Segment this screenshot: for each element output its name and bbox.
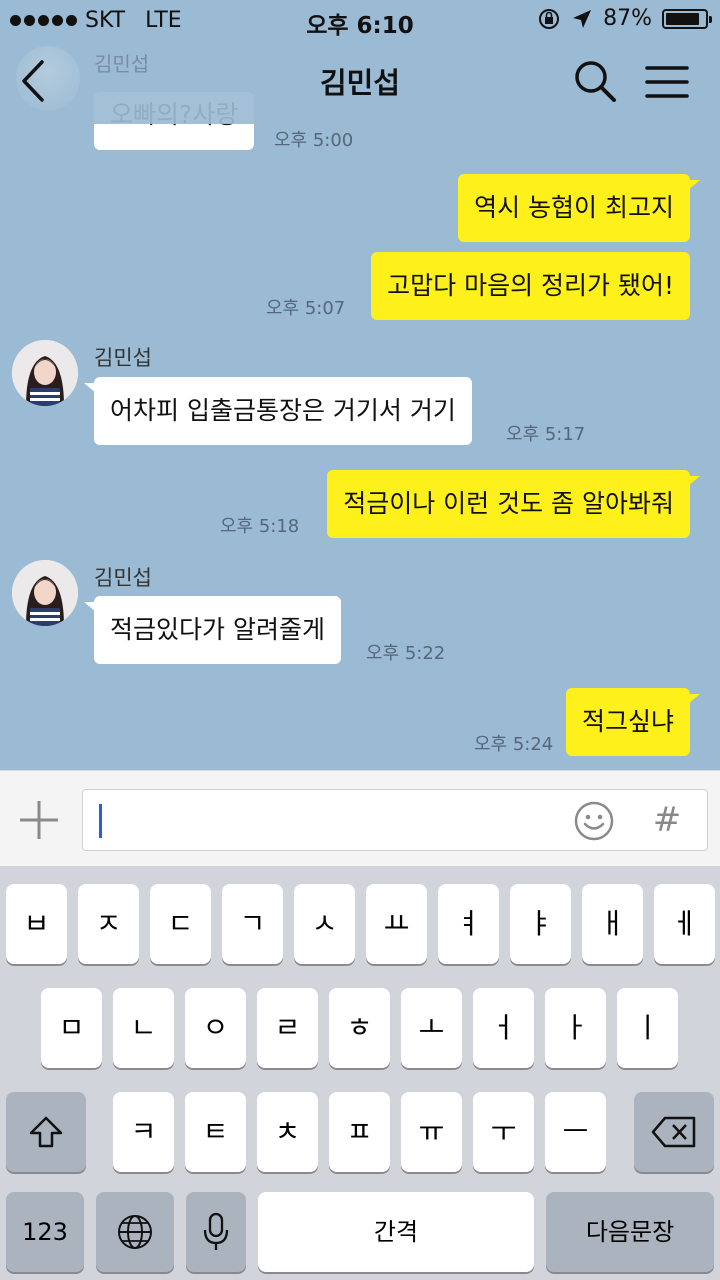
message-time: 오후 5:24 (474, 734, 554, 755)
text-cursor (99, 804, 102, 838)
emoticon-button[interactable] (573, 800, 615, 842)
message-text: 어차피 입출금통장은 거기서 거기 (110, 396, 456, 425)
key[interactable]: ㅕ (438, 884, 499, 964)
message-bubble-incoming[interactable]: 적금있다가 알려줄게 (84, 596, 341, 664)
message-text: 적금이나 이런 것도 좀 알아봐줘 (343, 489, 674, 518)
message-time: 오후 5:07 (266, 298, 346, 319)
message-time: 오후 5:17 (506, 424, 586, 445)
microphone-icon (203, 1212, 229, 1250)
message-bubble-incoming[interactable]: 어차피 입출금통장은 거기서 거기 (84, 377, 472, 445)
key[interactable]: ㄹ (257, 988, 318, 1068)
key[interactable]: ㅎ (329, 988, 390, 1068)
key[interactable]: ㅏ (545, 988, 606, 1068)
smiley-icon (574, 801, 614, 841)
key[interactable]: ㅔ (654, 884, 715, 964)
status-bar: SKT LTE 오후 6:10 87% (0, 0, 720, 40)
battery-icon (662, 8, 712, 29)
sender-avatar[interactable] (12, 340, 78, 406)
message-text: 역시 농협이 최고지 (474, 193, 674, 222)
sender-name: 김민섭 (94, 346, 152, 370)
message-bubble-outgoing[interactable]: 역시 농협이 최고지 (458, 174, 700, 242)
key[interactable]: ㅡ (545, 1092, 606, 1172)
message-time: 오후 5:22 (366, 643, 446, 664)
key[interactable]: ㅊ (257, 1092, 318, 1172)
profile-photo (12, 560, 78, 626)
message-bubble-outgoing[interactable]: 적금이나 이런 것도 좀 알아봐줘 (327, 470, 700, 538)
key[interactable]: ㅠ (401, 1092, 462, 1172)
sender-avatar[interactable] (12, 560, 78, 626)
chat-header: 김민섭 김민섭 (0, 40, 720, 124)
globe-icon (118, 1215, 152, 1249)
backspace-key[interactable] (634, 1092, 714, 1172)
key[interactable]: ㅌ (185, 1092, 246, 1172)
message-time: 오후 5:18 (220, 516, 300, 537)
message-text: 고맙다 마음의 정리가 됐어! (387, 271, 674, 300)
key[interactable]: ㄷ (150, 884, 211, 964)
key[interactable]: ㅁ (41, 988, 102, 1068)
key[interactable]: ㅛ (366, 884, 427, 964)
key[interactable]: ㅋ (113, 1092, 174, 1172)
profile-photo (12, 340, 78, 406)
key[interactable]: ㄴ (113, 988, 174, 1068)
key[interactable]: ㅗ (401, 988, 462, 1068)
message-input-bar: # (0, 770, 720, 866)
battery-percent: 87% (603, 6, 652, 31)
search-button[interactable] (572, 58, 618, 104)
key[interactable]: ㅜ (473, 1092, 534, 1172)
message-text: 적금있다가 알려줄게 (110, 615, 325, 644)
rotation-lock-icon (539, 8, 560, 29)
globe-key[interactable] (96, 1192, 174, 1272)
key[interactable]: ㅓ (473, 988, 534, 1068)
space-key[interactable]: 간격 (258, 1192, 534, 1272)
message-input[interactable]: # (82, 789, 708, 851)
key[interactable]: ㅐ (582, 884, 643, 964)
message-text: 적그싶냐 (581, 707, 674, 736)
hashtag-search-button[interactable]: # (649, 798, 685, 842)
key[interactable]: ㅍ (329, 1092, 390, 1172)
return-key[interactable]: 다음문장 (546, 1192, 714, 1272)
location-arrow-icon (573, 9, 592, 28)
attach-button[interactable] (16, 797, 62, 843)
plus-icon (20, 801, 58, 839)
sender-name: 김민섭 (94, 566, 152, 590)
key[interactable]: ㅑ (510, 884, 571, 964)
key[interactable]: ㄱ (222, 884, 283, 964)
key[interactable]: ㅣ (617, 988, 678, 1068)
key[interactable]: ㅅ (294, 884, 355, 964)
message-bubble-outgoing[interactable]: 고맙다 마음의 정리가 됐어! (371, 252, 690, 320)
message-time: 오후 5:00 (274, 130, 354, 151)
microphone-key[interactable] (186, 1192, 246, 1272)
backspace-icon (651, 1116, 696, 1148)
key[interactable]: ㅇ (185, 988, 246, 1068)
shift-key[interactable] (6, 1092, 86, 1172)
shift-arrow-icon (29, 1116, 63, 1148)
hamburger-menu-icon (645, 66, 689, 98)
search-icon (575, 61, 616, 102)
keyboard: ㅂ ㅈ ㄷ ㄱ ㅅ ㅛ ㅕ ㅑ ㅐ ㅔ ㅁ ㄴ ㅇ ㄹ ㅎ ㅗ ㅓ ㅏ ㅣ ㅋ … (0, 866, 720, 1280)
numbers-key[interactable]: 123 (6, 1192, 84, 1272)
menu-button[interactable] (644, 62, 690, 102)
key[interactable]: ㅂ (6, 884, 67, 964)
message-bubble-outgoing[interactable]: 적그싶냐 (565, 688, 701, 756)
key[interactable]: ㅈ (78, 884, 139, 964)
